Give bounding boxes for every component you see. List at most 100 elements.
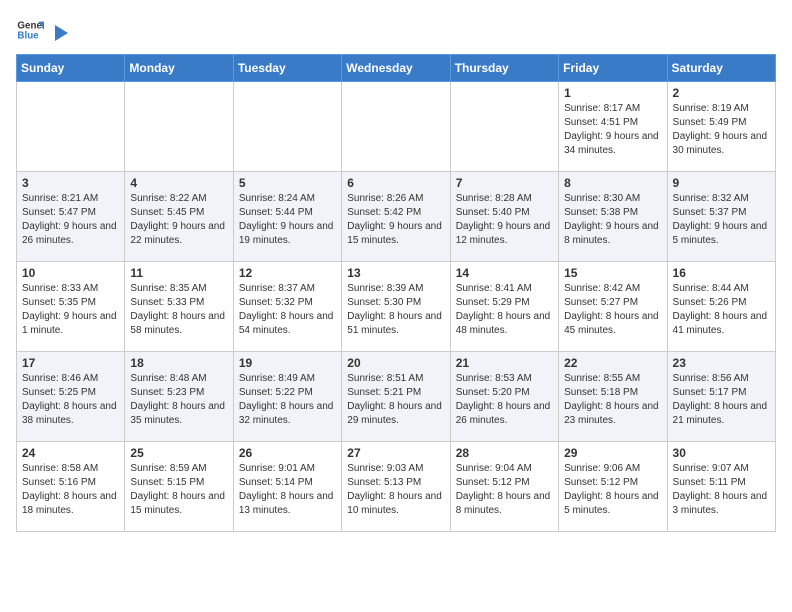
calendar-cell: 24 Sunrise: 8:58 AM Sunset: 5:16 PM Dayli… (17, 442, 125, 532)
day-info: Sunrise: 8:32 AM Sunset: 5:37 PM Dayligh… (673, 192, 770, 248)
day-info: Sunrise: 8:42 AM Sunset: 5:27 PM Dayligh… (564, 282, 661, 338)
calendar-cell: 17Sunrise: 8:46 AM Sunset: 5:25 PM Dayli… (17, 352, 125, 442)
day-info: Sunrise: 8:30 AM Sunset: 5:38 PM Dayligh… (564, 192, 661, 248)
day-number: 16 (673, 266, 770, 280)
column-header-tuesday: Tuesday (233, 55, 341, 82)
day-number: 28 (456, 446, 553, 460)
logo: General Blue (16, 16, 72, 44)
day-info: Sunrise: 8:44 AM Sunset: 5:26 PM Dayligh… (673, 282, 770, 338)
day-info: Sunrise: 9:03 AM Sunset: 5:13 PM Dayligh… (347, 462, 444, 518)
day-info: Sunrise: 8:33 AM Sunset: 5:35 PM Dayligh… (22, 282, 119, 338)
day-info: Sunrise: 8:19 AM Sunset: 5:49 PM Dayligh… (673, 102, 770, 158)
column-header-friday: Friday (559, 55, 667, 82)
day-number: 18 (130, 356, 227, 370)
page-header: General Blue (16, 16, 776, 44)
day-number: 8 (564, 176, 661, 190)
column-header-wednesday: Wednesday (342, 55, 450, 82)
calendar-cell: 8 Sunrise: 8:30 AM Sunset: 5:38 PM Daylig… (559, 172, 667, 262)
day-number: 26 (239, 446, 336, 460)
day-number: 7 (456, 176, 553, 190)
day-info: Sunrise: 8:26 AM Sunset: 5:42 PM Dayligh… (347, 192, 444, 248)
day-number: 27 (347, 446, 444, 460)
calendar-cell: 28 Sunrise: 9:04 AM Sunset: 5:12 PM Dayli… (450, 442, 558, 532)
calendar-cell: 9 Sunrise: 8:32 AM Sunset: 5:37 PM Daylig… (667, 172, 775, 262)
calendar-cell: 6 Sunrise: 8:26 AM Sunset: 5:42 PM Daylig… (342, 172, 450, 262)
calendar-cell: 22Sunrise: 8:55 AM Sunset: 5:18 PM Dayli… (559, 352, 667, 442)
day-info: Sunrise: 8:39 AM Sunset: 5:30 PM Dayligh… (347, 282, 444, 338)
calendar-cell: 16 Sunrise: 8:44 AM Sunset: 5:26 PM Dayli… (667, 262, 775, 352)
calendar-cell: 23Sunrise: 8:56 AM Sunset: 5:17 PM Dayli… (667, 352, 775, 442)
day-number: 13 (347, 266, 444, 280)
calendar-cell: 11 Sunrise: 8:35 AM Sunset: 5:33 PM Dayli… (125, 262, 233, 352)
day-number: 20 (347, 356, 444, 370)
day-number: 4 (130, 176, 227, 190)
logo-arrow-icon (50, 23, 70, 43)
calendar-cell: 12Sunrise: 8:37 AM Sunset: 5:32 PM Dayli… (233, 262, 341, 352)
day-number: 25 (130, 446, 227, 460)
day-number: 24 (22, 446, 119, 460)
day-number: 12 (239, 266, 336, 280)
calendar-cell (17, 82, 125, 172)
calendar-cell (125, 82, 233, 172)
day-info: Sunrise: 9:01 AM Sunset: 5:14 PM Dayligh… (239, 462, 336, 518)
day-info: Sunrise: 8:21 AM Sunset: 5:47 PM Dayligh… (22, 192, 119, 248)
day-info: Sunrise: 8:53 AM Sunset: 5:20 PM Dayligh… (456, 372, 553, 428)
calendar-cell: 1Sunrise: 8:17 AM Sunset: 4:51 PM Daylig… (559, 82, 667, 172)
day-number: 22 (564, 356, 661, 370)
calendar-cell: 20 Sunrise: 8:51 AM Sunset: 5:21 PM Dayli… (342, 352, 450, 442)
day-number: 10 (22, 266, 119, 280)
day-info: Sunrise: 8:28 AM Sunset: 5:40 PM Dayligh… (456, 192, 553, 248)
day-number: 11 (130, 266, 227, 280)
day-info: Sunrise: 8:56 AM Sunset: 5:17 PM Dayligh… (673, 372, 770, 428)
day-info: Sunrise: 9:04 AM Sunset: 5:12 PM Dayligh… (456, 462, 553, 518)
day-number: 17 (22, 356, 119, 370)
column-header-saturday: Saturday (667, 55, 775, 82)
calendar-cell (450, 82, 558, 172)
day-info: Sunrise: 8:59 AM Sunset: 5:15 PM Dayligh… (130, 462, 227, 518)
day-info: Sunrise: 8:51 AM Sunset: 5:21 PM Dayligh… (347, 372, 444, 428)
calendar-cell: 29Sunrise: 9:06 AM Sunset: 5:12 PM Dayli… (559, 442, 667, 532)
day-number: 3 (22, 176, 119, 190)
day-number: 29 (564, 446, 661, 460)
day-number: 19 (239, 356, 336, 370)
column-header-sunday: Sunday (17, 55, 125, 82)
day-number: 9 (673, 176, 770, 190)
calendar-cell (233, 82, 341, 172)
logo-icon: General Blue (16, 16, 44, 44)
day-info: Sunrise: 8:48 AM Sunset: 5:23 PM Dayligh… (130, 372, 227, 428)
calendar-cell: 27 Sunrise: 9:03 AM Sunset: 5:13 PM Dayli… (342, 442, 450, 532)
calendar-cell: 19 Sunrise: 8:49 AM Sunset: 5:22 PM Dayli… (233, 352, 341, 442)
calendar-cell: 30 Sunrise: 9:07 AM Sunset: 5:11 PM Dayli… (667, 442, 775, 532)
day-info: Sunrise: 8:41 AM Sunset: 5:29 PM Dayligh… (456, 282, 553, 338)
calendar-cell: 26 Sunrise: 9:01 AM Sunset: 5:14 PM Dayli… (233, 442, 341, 532)
calendar-cell: 13 Sunrise: 8:39 AM Sunset: 5:30 PM Dayli… (342, 262, 450, 352)
column-header-thursday: Thursday (450, 55, 558, 82)
calendar-cell: 25 Sunrise: 8:59 AM Sunset: 5:15 PM Dayli… (125, 442, 233, 532)
calendar-cell: 18 Sunrise: 8:48 AM Sunset: 5:23 PM Dayli… (125, 352, 233, 442)
day-number: 2 (673, 86, 770, 100)
day-number: 30 (673, 446, 770, 460)
calendar-cell: 3 Sunrise: 8:21 AM Sunset: 5:47 PM Daylig… (17, 172, 125, 262)
calendar-cell: 5 Sunrise: 8:24 AM Sunset: 5:44 PM Daylig… (233, 172, 341, 262)
column-header-monday: Monday (125, 55, 233, 82)
calendar-cell: 2 Sunrise: 8:19 AM Sunset: 5:49 PM Daylig… (667, 82, 775, 172)
calendar-cell: 15 Sunrise: 8:42 AM Sunset: 5:27 PM Dayli… (559, 262, 667, 352)
day-number: 6 (347, 176, 444, 190)
calendar-cell: 14Sunrise: 8:41 AM Sunset: 5:29 PM Dayli… (450, 262, 558, 352)
day-number: 21 (456, 356, 553, 370)
calendar-cell (342, 82, 450, 172)
calendar-cell: 10 Sunrise: 8:33 AM Sunset: 5:35 PM Dayli… (17, 262, 125, 352)
calendar-week-row: 17Sunrise: 8:46 AM Sunset: 5:25 PM Dayli… (17, 352, 776, 442)
svg-text:Blue: Blue (17, 30, 39, 41)
day-info: Sunrise: 9:07 AM Sunset: 5:11 PM Dayligh… (673, 462, 770, 518)
day-info: Sunrise: 8:35 AM Sunset: 5:33 PM Dayligh… (130, 282, 227, 338)
day-info: Sunrise: 8:58 AM Sunset: 5:16 PM Dayligh… (22, 462, 119, 518)
day-info: Sunrise: 8:24 AM Sunset: 5:44 PM Dayligh… (239, 192, 336, 248)
day-number: 15 (564, 266, 661, 280)
calendar-week-row: 1Sunrise: 8:17 AM Sunset: 4:51 PM Daylig… (17, 82, 776, 172)
calendar-header-row: SundayMondayTuesdayWednesdayThursdayFrid… (17, 55, 776, 82)
day-info: Sunrise: 8:49 AM Sunset: 5:22 PM Dayligh… (239, 372, 336, 428)
day-number: 5 (239, 176, 336, 190)
day-info: Sunrise: 8:17 AM Sunset: 4:51 PM Dayligh… (564, 102, 661, 158)
calendar-cell: 7 Sunrise: 8:28 AM Sunset: 5:40 PM Daylig… (450, 172, 558, 262)
